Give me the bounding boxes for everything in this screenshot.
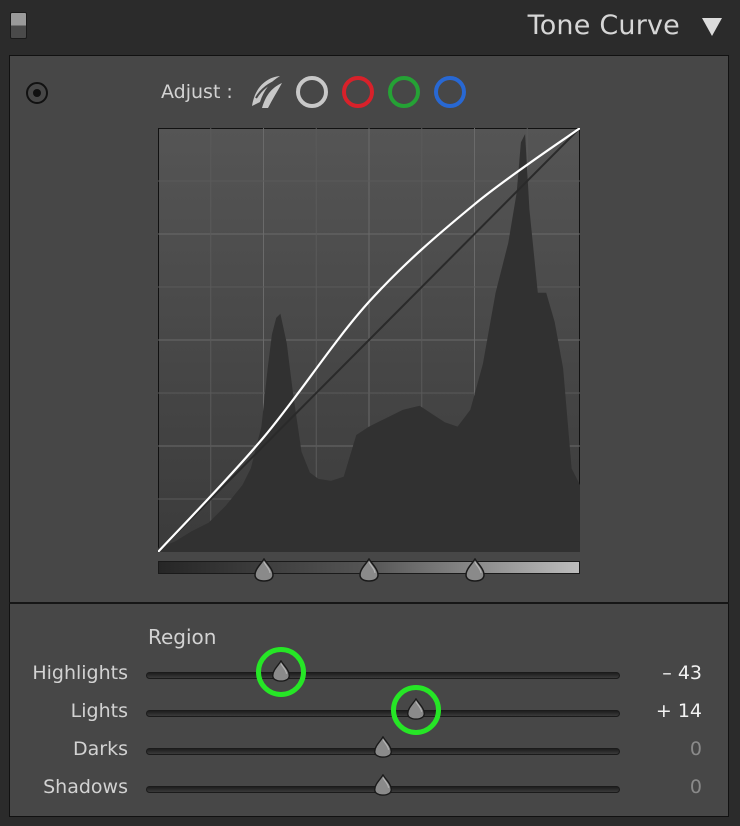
green-channel-button[interactable]: [388, 76, 420, 108]
rgb-channel-button[interactable]: [296, 76, 328, 108]
shadows-value[interactable]: 0: [690, 776, 702, 798]
shadows-slider-handle[interactable]: [372, 773, 394, 796]
target-adjustment-icon[interactable]: [26, 82, 48, 104]
highlights-highlight-ring: [256, 647, 307, 697]
section-divider: [9, 602, 729, 604]
split-point-handle-3[interactable]: [464, 557, 486, 582]
region-label: Region: [148, 625, 217, 649]
blue-channel-button[interactable]: [434, 76, 466, 108]
darks-value[interactable]: 0: [690, 738, 702, 760]
split-point-handle-2[interactable]: [358, 557, 380, 582]
darks-label: Darks: [73, 738, 128, 760]
adjust-label: Adjust :: [161, 81, 233, 103]
lights-slider-track[interactable]: [146, 710, 620, 717]
highlights-slider-track[interactable]: [146, 672, 620, 679]
panel-title: Tone Curve: [527, 10, 680, 41]
highlights-value[interactable]: – 43: [662, 662, 702, 684]
split-point-handle-1[interactable]: [253, 557, 275, 582]
lights-label: Lights: [70, 700, 128, 722]
parametric-channel-icon[interactable]: [246, 72, 286, 112]
shadows-label: Shadows: [43, 776, 128, 798]
lights-value[interactable]: + 14: [656, 700, 702, 722]
lights-highlight-ring: [391, 685, 442, 735]
darks-slider-handle[interactable]: [372, 735, 394, 758]
highlights-label: Highlights: [32, 662, 128, 684]
collapse-triangle-icon[interactable]: [702, 18, 722, 36]
panel-toggle-switch[interactable]: [10, 12, 27, 39]
panel-header[interactable]: Tone Curve: [0, 0, 740, 56]
red-channel-button[interactable]: [342, 76, 374, 108]
tone-curve-graph[interactable]: [157, 127, 581, 553]
